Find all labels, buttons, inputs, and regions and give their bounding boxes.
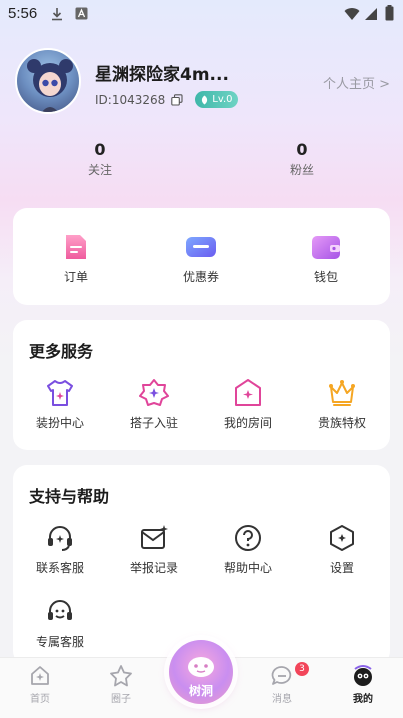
tab-circle[interactable]: 圈子 [91, 664, 151, 705]
homepage-link[interactable]: 个人主页 > [323, 73, 390, 92]
tab-mine[interactable]: 我的 [333, 664, 393, 705]
dress-up-center-button[interactable]: 装扮中心 [15, 378, 105, 431]
tab-messages-label: 消息 [272, 694, 292, 705]
wallet-icon [312, 236, 340, 259]
more-services-card: 更多服务 装扮中心 搭子入驻 我的房间 贵族特权 [13, 320, 390, 450]
stat-following[interactable]: 0 关注 [50, 140, 150, 178]
tab-home[interactable]: 首页 [10, 664, 70, 705]
wallet-button[interactable]: 钱包 [281, 232, 371, 285]
settings-label: 设置 [329, 561, 354, 575]
noble-privilege-label: 贵族特权 [317, 416, 366, 430]
more-services-title: 更多服务 [29, 342, 94, 361]
message-tab-icon [271, 666, 292, 685]
text-app-icon [75, 7, 88, 20]
contact-support-label: 联系客服 [35, 561, 84, 575]
headset-icon [48, 526, 72, 551]
wallet-card: 订单 优惠券 钱包 [13, 208, 390, 305]
noble-privilege-button[interactable]: 贵族特权 [297, 378, 387, 431]
wifi-icon [344, 8, 360, 20]
user-id-row: ID:1043268 Lv.0 [95, 91, 238, 108]
following-count: 0 [94, 140, 106, 159]
star-badge-icon [139, 379, 169, 406]
settings-button[interactable]: 设置 [297, 523, 387, 576]
home-tab-icon [31, 666, 49, 685]
partner-join-label: 搭子入驻 [129, 416, 178, 430]
level-badge: Lv.0 [195, 91, 238, 108]
tab-mine-label: 我的 [353, 694, 373, 705]
followers-count: 0 [296, 140, 308, 159]
help-center-label: 帮助中心 [223, 561, 272, 575]
report-records-button[interactable]: 举报记录 [109, 523, 199, 576]
tab-circle-label: 圈子 [111, 694, 131, 705]
treehole-button[interactable]: 树洞 [169, 640, 233, 704]
copy-icon[interactable] [171, 93, 183, 106]
download-icon [52, 8, 62, 21]
status-time: 5:56 [8, 5, 38, 22]
user-id: ID:1043268 [95, 92, 166, 107]
settings-icon [330, 525, 354, 551]
following-label: 关注 [87, 163, 112, 177]
message-badge: 3 [295, 662, 309, 676]
exclusive-support-label: 专属客服 [35, 635, 84, 649]
stat-followers[interactable]: 0 粉丝 [252, 140, 352, 178]
partner-join-button[interactable]: 搭子入驻 [109, 378, 199, 431]
avatar-image [27, 59, 73, 112]
order-label: 订单 [63, 270, 88, 284]
battery-icon [385, 5, 394, 21]
wallet-label: 钱包 [313, 270, 338, 284]
circle-star-tab-icon [110, 665, 132, 687]
profile-header: 星渊探险家4m... ID:1043268 Lv.0 个人主页 > [15, 48, 390, 118]
profile-tab-icon [354, 665, 372, 686]
leaf-icon [202, 95, 208, 104]
signal-icon [365, 8, 377, 20]
followers-label: 粉丝 [289, 163, 314, 177]
level-text: Lv.0 [212, 94, 233, 105]
tab-home-label: 首页 [30, 694, 50, 705]
stats-row: 0 关注 0 粉丝 [0, 140, 403, 182]
tshirt-icon [47, 380, 73, 406]
contact-support-button[interactable]: 联系客服 [15, 523, 105, 576]
report-records-label: 举报记录 [129, 561, 178, 575]
username: 星渊探险家4m... [95, 65, 229, 85]
support-card: 支持与帮助 联系客服 举报记录 帮助中心 设置 专属客服 [13, 465, 390, 665]
help-icon [235, 525, 261, 551]
smile-headset-icon [48, 600, 72, 620]
coupon-button[interactable]: 优惠券 [156, 232, 246, 285]
coupon-icon [186, 237, 216, 257]
my-room-button[interactable]: 我的房间 [203, 378, 293, 431]
support-title: 支持与帮助 [29, 487, 110, 506]
coupon-label: 优惠券 [182, 270, 219, 284]
report-mail-icon [141, 525, 168, 549]
status-bar: 5:56 [0, 0, 403, 28]
dress-up-center-label: 装扮中心 [35, 416, 84, 430]
avatar[interactable] [15, 48, 81, 114]
exclusive-support-button[interactable]: 专属客服 [15, 597, 105, 650]
order-icon [66, 235, 86, 259]
help-center-button[interactable]: 帮助中心 [203, 523, 293, 576]
treehole-label: 树洞 [188, 684, 213, 698]
order-button[interactable]: 订单 [31, 232, 121, 285]
my-room-label: 我的房间 [223, 416, 272, 430]
crown-icon [329, 380, 355, 406]
home-icon [235, 379, 261, 406]
